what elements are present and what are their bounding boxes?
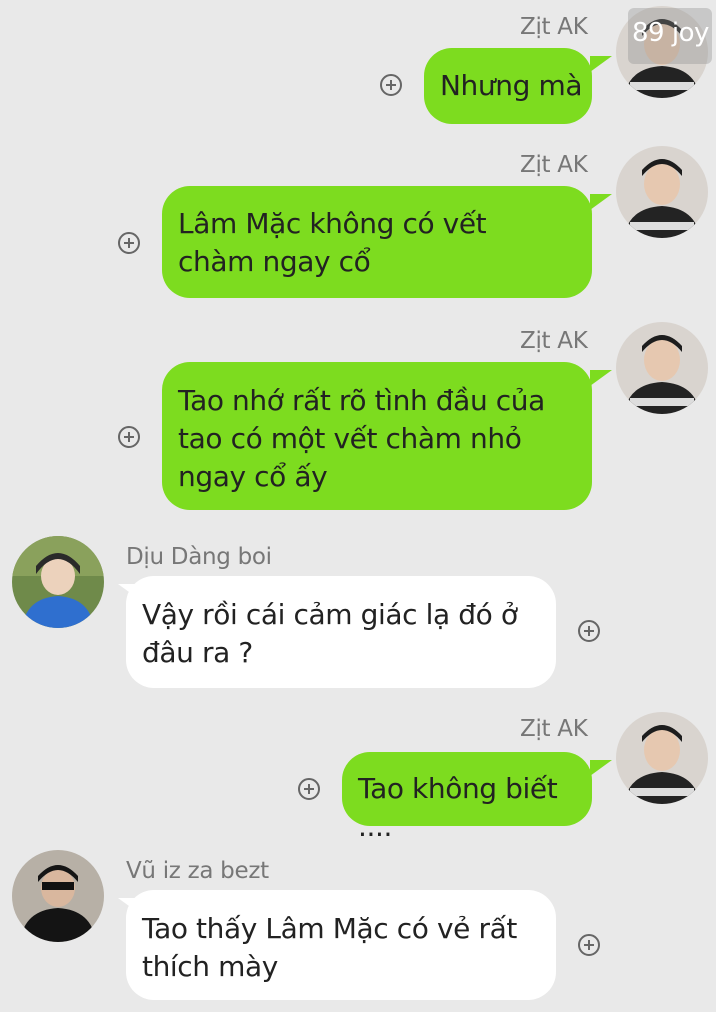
message-text: Lâm Mặc không có vết chàm ngay cổ: [178, 207, 487, 278]
watermark: 89 joy: [628, 8, 712, 64]
sender-name: Zịt AK: [520, 14, 588, 40]
avatar[interactable]: [12, 536, 104, 628]
message-bubble[interactable]: Tao nhớ rất rõ tình đầu của tao có một v…: [162, 362, 592, 510]
bubble-tail: [590, 370, 612, 386]
bubble-tail: [590, 760, 612, 776]
message-bubble[interactable]: Nhưng mà: [424, 48, 592, 124]
message-bubble[interactable]: Tao không biết ....: [342, 752, 592, 843]
plus-circle-icon[interactable]: [380, 74, 402, 96]
avatar[interactable]: [616, 712, 708, 804]
watermark-text: 89 joy: [632, 18, 709, 48]
plus-circle-icon[interactable]: [578, 620, 600, 642]
bubble-tail: [590, 56, 612, 72]
message-bubble[interactable]: Tao thấy Lâm Mặc có vẻ rất thích mày: [126, 890, 556, 1000]
message-text: Tao không biết ....: [358, 772, 558, 843]
bubble-tail: [590, 194, 612, 210]
sender-name: Dịu Dàng boi: [126, 544, 272, 570]
sender-name: Zịt AK: [520, 716, 588, 742]
plus-circle-icon[interactable]: [298, 778, 320, 800]
avatar[interactable]: [616, 322, 708, 414]
sender-name: Vũ iz za bezt: [126, 858, 269, 884]
sender-name: Zịt AK: [520, 152, 588, 178]
message-text: Vậy rồi cái cảm giác lạ đó ở đâu ra ?: [142, 598, 518, 669]
avatar[interactable]: [12, 850, 104, 942]
message-text: Nhưng mà: [440, 69, 583, 102]
message-bubble[interactable]: Lâm Mặc không có vết chàm ngay cổ: [162, 186, 592, 298]
message-bubble[interactable]: Vậy rồi cái cảm giác lạ đó ở đâu ra ?: [126, 576, 556, 688]
plus-circle-icon[interactable]: [578, 934, 600, 956]
plus-circle-icon[interactable]: [118, 232, 140, 254]
message-text: Tao thấy Lâm Mặc có vẻ rất thích mày: [142, 912, 517, 983]
sender-name: Zịt AK: [520, 328, 588, 354]
avatar[interactable]: [616, 146, 708, 238]
message-text: Tao nhớ rất rõ tình đầu của tao có một v…: [178, 384, 545, 493]
plus-circle-icon[interactable]: [118, 426, 140, 448]
